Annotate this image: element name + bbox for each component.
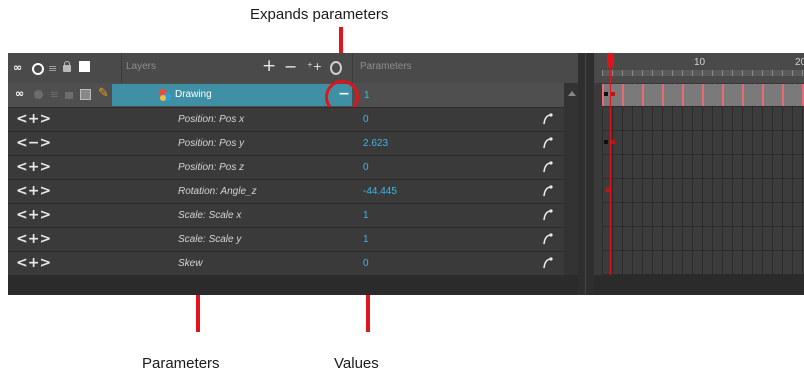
layer-stack-icon: ≡ [50, 88, 60, 101]
frame-number-10: 10 [694, 57, 706, 68]
parameters-column-label: Parameters [360, 61, 412, 72]
param-row[interactable]: <+> Skew 0 [8, 251, 578, 275]
param-control[interactable]: <+> [16, 183, 51, 199]
scroll-up-arrow-icon[interactable] [568, 91, 576, 96]
remove-layer-icon[interactable]: − [284, 57, 297, 76]
param-value[interactable]: -44.445 [363, 186, 397, 197]
param-control[interactable]: <−> [16, 135, 51, 151]
vertical-scrollbar[interactable] [564, 83, 578, 275]
function-curve-icon[interactable] [541, 136, 555, 155]
timeline-panel: ∞ ≡ Layers + − ⁺+ Parameters ∞ ≡ ✎ Drawi… [8, 53, 804, 295]
param-control[interactable]: <+> [16, 231, 51, 247]
column-divider-2 [352, 53, 353, 83]
param-value[interactable]: 0 [363, 114, 369, 125]
layers-column-label: Layers [126, 61, 157, 72]
enable-all-icon[interactable] [32, 63, 44, 75]
param-name: Position: Pos y [178, 138, 245, 149]
layer-visible-icon[interactable]: ∞ [15, 87, 24, 100]
layer-color-swatch-icon[interactable] [80, 89, 91, 100]
param-control[interactable]: <+> [16, 207, 51, 223]
param-name: Rotation: Angle_z [178, 186, 257, 197]
param-name: Scale: Scale x [178, 210, 242, 221]
keyframe-marker-icon [604, 92, 608, 96]
layer-name: Drawing [175, 89, 212, 100]
param-row[interactable]: <+> Scale: Scale x 1 [8, 203, 578, 227]
keyframe-marker-icon [611, 140, 615, 144]
layer-row-drawing[interactable]: ∞ ≡ ✎ Drawing − 1 [8, 83, 578, 107]
stack-icon[interactable]: ≡ [48, 62, 57, 75]
add-layer-icon[interactable]: + [262, 56, 276, 76]
param-name: Skew [178, 258, 203, 269]
param-name: Position: Pos z [178, 162, 245, 173]
param-row[interactable]: <+> Position: Pos x 0 [8, 107, 578, 131]
lock-shackle-icon [64, 61, 70, 66]
header-toggles: ∞ ≡ [13, 61, 118, 75]
param-control[interactable]: <+> [16, 111, 51, 127]
keyframe-marker-icon [604, 140, 608, 144]
param-value[interactable]: 1 [363, 234, 369, 245]
ruler-tick-strip [602, 70, 804, 76]
param-value[interactable]: 1 [363, 210, 369, 221]
show-all-layers-icon[interactable]: ∞ [13, 61, 22, 74]
param-value[interactable]: 2.623 [363, 138, 388, 149]
function-curve-icon[interactable] [541, 232, 555, 251]
function-curve-icon[interactable] [541, 256, 555, 275]
param-row[interactable]: <+> Position: Pos z 0 [8, 155, 578, 179]
pencil-icon: ✎ [98, 86, 109, 101]
keyframe-marker-icon [611, 92, 615, 96]
layer-name-cell[interactable]: Drawing − [112, 84, 352, 106]
layer-enable-icon[interactable] [34, 90, 43, 99]
function-curve-icon[interactable] [541, 184, 555, 203]
frame-number-20: 20 [795, 57, 804, 68]
param-value[interactable]: 0 [363, 162, 369, 173]
layer-value: 1 [364, 90, 370, 101]
lock-all-icon[interactable] [63, 65, 71, 72]
panel-splitter[interactable] [578, 53, 594, 295]
function-curve-icon[interactable] [541, 208, 555, 227]
param-name: Scale: Scale y [178, 234, 242, 245]
frames-bottom-area [594, 275, 804, 295]
function-curve-icon[interactable] [541, 112, 555, 131]
param-control[interactable]: <+> [16, 159, 51, 175]
add-peg-icon[interactable]: ⁺+ [307, 60, 322, 73]
layers-header: ∞ ≡ Layers + − ⁺+ Parameters [8, 53, 578, 83]
param-row[interactable]: <+> Rotation: Angle_z -44.445 [8, 179, 578, 203]
layer-frames-strip[interactable] [602, 84, 804, 106]
layers-empty-area [8, 275, 578, 295]
callout-expands-parameters: Expands parameters [250, 6, 389, 23]
param-value[interactable]: 0 [363, 258, 369, 269]
callout-parameters: Parameters [142, 355, 220, 372]
layer-lock-icon[interactable] [65, 92, 73, 99]
param-row[interactable]: <+> Scale: Scale y 1 [8, 227, 578, 251]
color-swatch-icon[interactable] [79, 61, 90, 72]
timeline-area: 10 20 [594, 53, 804, 295]
playhead-line [610, 67, 611, 275]
param-control[interactable]: <+> [16, 255, 51, 271]
param-row[interactable]: <−> Position: Pos y 2.623 [8, 131, 578, 155]
function-curve-icon[interactable] [541, 160, 555, 179]
drawing-layer-icon [158, 88, 172, 102]
splitter-line [585, 53, 586, 295]
layer-properties-icon[interactable] [330, 61, 342, 75]
column-divider [121, 53, 122, 83]
param-name: Position: Pos x [178, 114, 245, 125]
playhead-icon[interactable] [607, 53, 614, 67]
callout-values: Values [334, 355, 379, 372]
frame-grid [602, 83, 804, 275]
